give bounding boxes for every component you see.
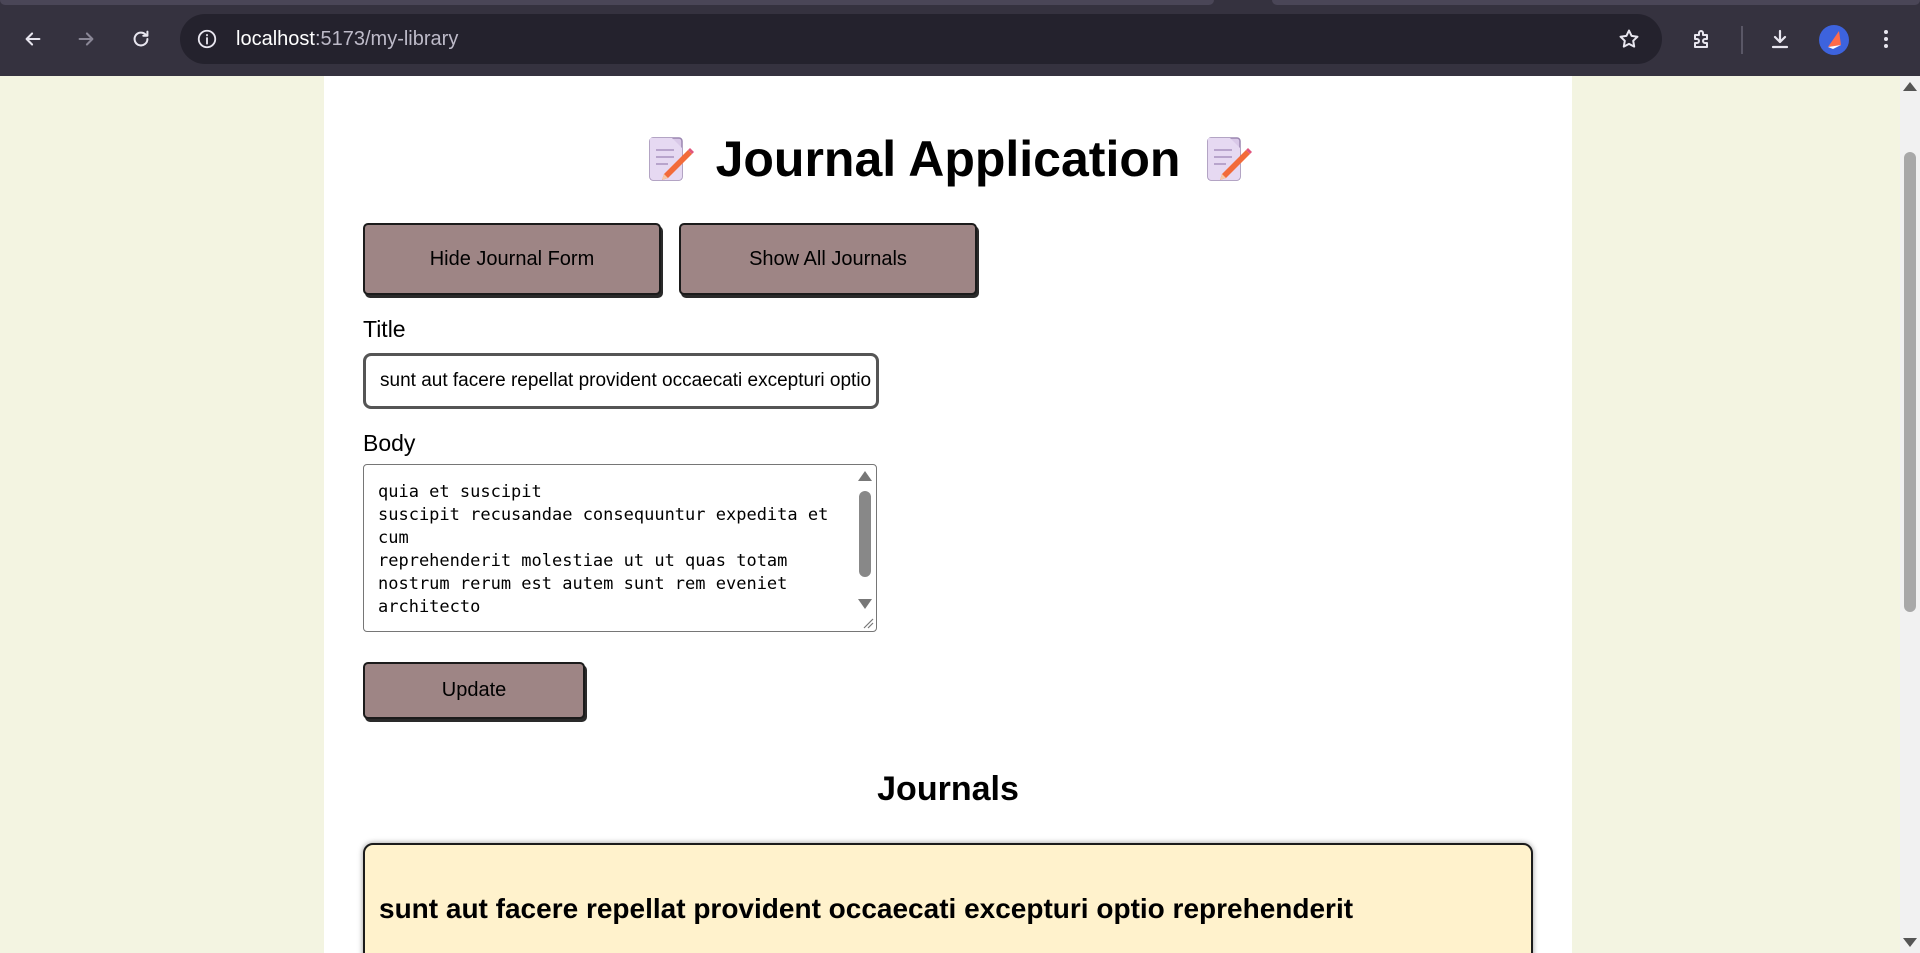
address-bar[interactable]: localhost:5173/my-library: [180, 14, 1662, 64]
reload-icon[interactable]: [122, 20, 160, 58]
journals-heading: Journals: [877, 770, 1019, 808]
star-bookmark-icon[interactable]: [1614, 24, 1644, 54]
memo-emoji-icon: [1207, 137, 1253, 181]
page-scroll-thumb[interactable]: [1904, 152, 1916, 612]
resize-handle-icon[interactable]: [862, 617, 874, 629]
forward-arrow-icon[interactable]: [67, 20, 105, 58]
app-title: Journal Application: [324, 130, 1572, 188]
url-path: :5173/my-library: [314, 27, 459, 50]
body-textarea-text: quia et suscipit suscipit recusandae con…: [378, 482, 829, 617]
title-input[interactable]: sunt aut facere repellat provident occae…: [363, 353, 879, 409]
tab-strip-edge: [1272, 0, 1920, 5]
title-label: Title: [363, 316, 406, 342]
body-label: Body: [363, 430, 416, 456]
page-viewport: Journal Application Hide Journal Form Sh…: [0, 76, 1900, 953]
extensions-icon[interactable]: [1683, 20, 1721, 58]
scroll-down-arrow-icon[interactable]: [1903, 938, 1917, 947]
scroll-up-arrow-icon[interactable]: [858, 471, 872, 481]
kebab-menu-icon[interactable]: [1867, 20, 1905, 58]
update-button[interactable]: Update: [363, 662, 585, 719]
body-textarea[interactable]: quia et suscipit suscipit recusandae con…: [363, 464, 877, 632]
memo-emoji-icon: [648, 137, 694, 181]
tab-strip-edge: [0, 0, 1214, 5]
url-text[interactable]: localhost:5173/my-library: [236, 28, 458, 51]
journal-card[interactable]: sunt aut facere repellat provident occae…: [363, 843, 1533, 953]
browser-toolbar: localhost:5173/my-library: [0, 0, 1920, 76]
textarea-scrollbar[interactable]: [856, 469, 874, 609]
app-container: Journal Application Hide Journal Form Sh…: [324, 76, 1572, 953]
scroll-down-arrow-icon[interactable]: [858, 599, 872, 609]
scroll-up-arrow-icon[interactable]: [1903, 82, 1917, 91]
show-all-journals-button[interactable]: Show All Journals: [679, 223, 977, 295]
toolbar-divider: [1741, 26, 1743, 54]
journal-card-title: sunt aut facere repellat provident occae…: [379, 893, 1354, 924]
textarea-scroll-thumb[interactable]: [859, 491, 871, 577]
hide-journal-form-button[interactable]: Hide Journal Form: [363, 223, 661, 295]
page-scrollbar[interactable]: [1900, 76, 1920, 953]
site-info-icon[interactable]: [192, 24, 222, 54]
download-icon[interactable]: [1761, 20, 1799, 58]
profile-avatar[interactable]: [1819, 25, 1849, 55]
back-arrow-icon[interactable]: [14, 20, 52, 58]
app-title-text: Journal Application: [715, 131, 1181, 187]
url-host: localhost: [236, 27, 315, 50]
